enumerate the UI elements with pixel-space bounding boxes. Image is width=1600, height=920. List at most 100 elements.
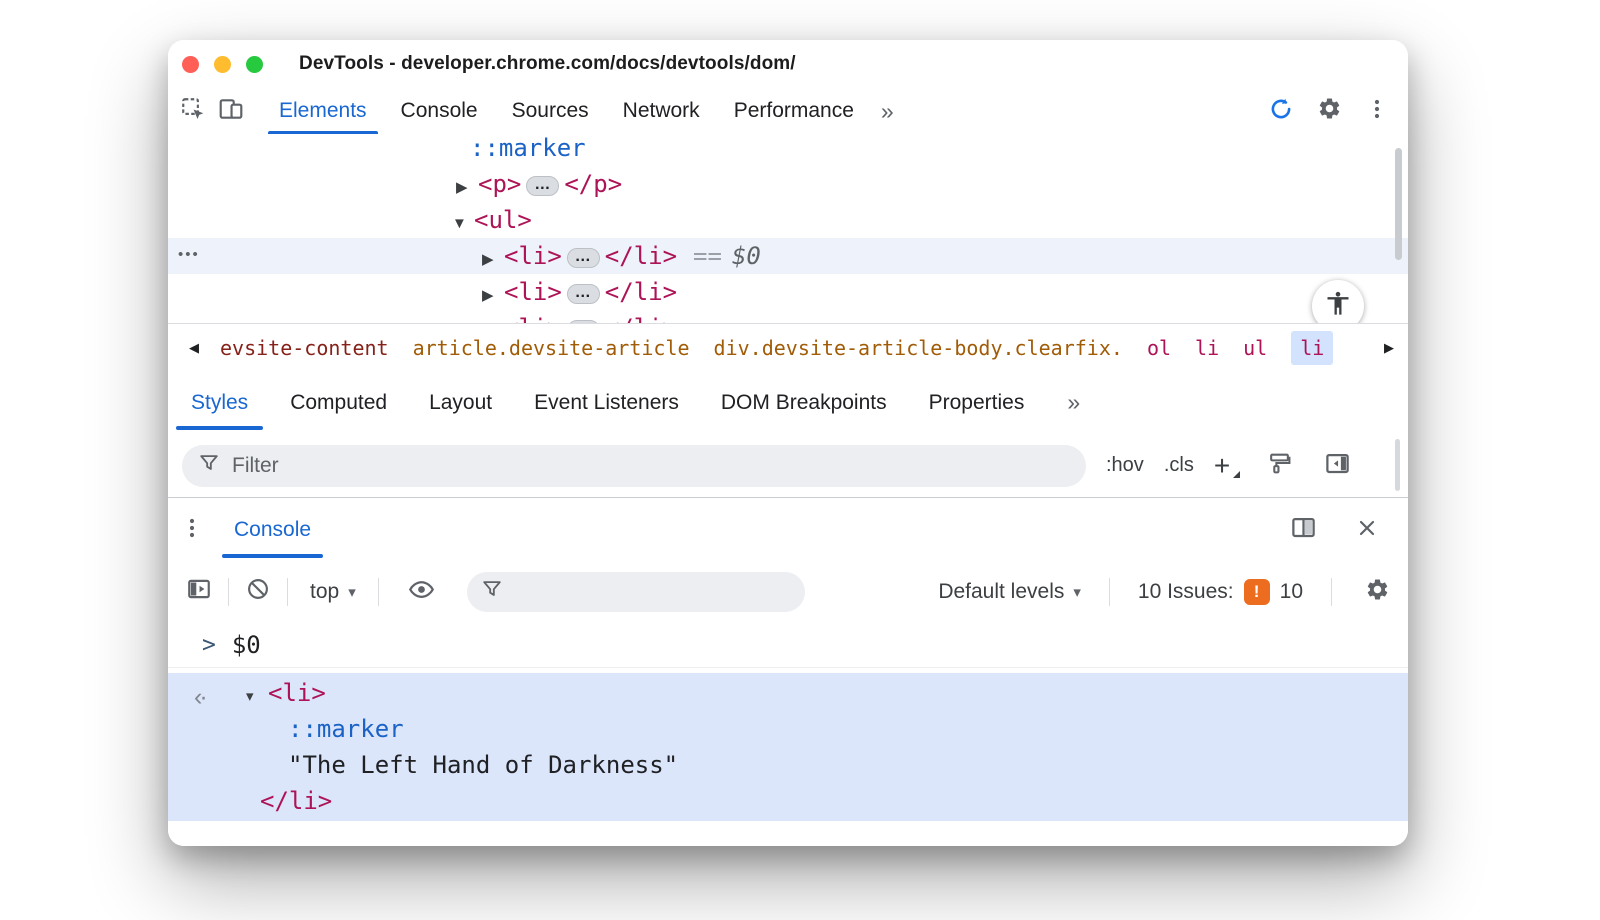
tab-console-drawer[interactable]: Console	[218, 498, 327, 562]
chevron-down-icon: ▾	[1073, 582, 1081, 601]
row-overflow-menu[interactable]: •••	[178, 238, 200, 274]
code-token: "The Left Hand of Darkness"	[288, 751, 679, 779]
tab-styles[interactable]: Styles	[170, 371, 269, 434]
breadcrumb-item[interactable]: evsite-content	[220, 336, 389, 360]
console-result-line: ::marker	[168, 711, 1408, 747]
disclosure-triangle[interactable]: ▶	[456, 170, 478, 206]
dom-tree-row[interactable]: ▼ <ul>	[168, 202, 1408, 238]
styles-tab-strip-inner: Styles Computed Layout Event Listeners DOM B…	[170, 371, 1045, 434]
hidden-children-ellipsis[interactable]: …	[526, 176, 560, 196]
breadcrumb-item[interactable]: div.devsite-article-body.clearfix.	[714, 336, 1123, 360]
more-panels-button[interactable]: »	[871, 88, 904, 134]
disclosure-triangle[interactable]: ▶	[482, 278, 504, 314]
issues-counter[interactable]: 10 Issues: ! 10	[1138, 578, 1303, 605]
tab-elements[interactable]: Elements	[262, 88, 384, 134]
console-filter-input[interactable]	[466, 571, 805, 612]
filter-funnel-icon	[198, 452, 220, 480]
tab-properties[interactable]: Properties	[908, 371, 1046, 434]
levels-label: Default levels	[938, 579, 1065, 603]
live-expression-button[interactable]	[405, 576, 439, 608]
disclosure-triangle[interactable]: ▶	[482, 314, 504, 323]
dom-tree-row[interactable]: ▶<li>…</li>	[168, 310, 1408, 323]
eye-icon	[408, 576, 435, 608]
hidden-children-ellipsis[interactable]: …	[566, 284, 600, 304]
tab-layout[interactable]: Layout	[408, 371, 513, 434]
breadcrumb-item[interactable]: li	[1291, 331, 1334, 365]
minimize-window-button[interactable]	[214, 55, 231, 73]
code-token: </p>	[564, 170, 623, 198]
breadcrumb-item[interactable]: article.devsite-article	[413, 336, 690, 360]
returned-value-icon: ‹·	[194, 683, 208, 711]
window-title: DevTools - developer.chrome.com/docs/dev…	[299, 53, 796, 74]
filter-funnel-icon	[481, 578, 503, 605]
disclosure-triangle[interactable]: ▶	[482, 242, 504, 278]
console-settings-button[interactable]	[1360, 577, 1394, 607]
more-sidebar-tabs-button[interactable]: »	[1059, 371, 1088, 434]
code-token: </li>	[604, 278, 678, 306]
console-sidebar-button[interactable]	[182, 576, 216, 607]
split-panel-button[interactable]	[1284, 514, 1322, 546]
devtools-settings-button[interactable]	[1310, 96, 1348, 126]
toggle-sidebar-button[interactable]	[1318, 450, 1356, 482]
code-token: <p>	[478, 170, 522, 198]
window-titlebar[interactable]: DevTools - developer.chrome.com/docs/dev…	[168, 40, 1408, 88]
styles-filter-placeholder: Filter	[232, 453, 279, 477]
close-icon	[1355, 516, 1379, 545]
tab-event-listeners[interactable]: Event Listeners	[513, 371, 700, 434]
code-token: ==	[693, 242, 722, 270]
console-toolbar: top ▾ Default levels ▾ 10 Issues: ! 10	[168, 561, 1408, 623]
code-token: ::marker	[288, 715, 404, 743]
format-paint-button[interactable]	[1260, 451, 1298, 481]
disclosure-triangle[interactable]: ▾	[246, 679, 268, 715]
console-result-block[interactable]: ‹· ▾ <li>::marker "The Left Hand of Darkne…	[168, 673, 1408, 821]
tab-network[interactable]: Network	[606, 88, 717, 134]
styles-scrollbar[interactable]	[1395, 439, 1400, 491]
kebab-menu-icon	[180, 516, 204, 545]
code-token: <li>	[504, 242, 562, 270]
breadcrumb-item[interactable]: ol	[1147, 336, 1171, 360]
zoom-window-button[interactable]	[246, 55, 263, 73]
accessibility-button[interactable]	[1312, 280, 1364, 323]
console-prompt-chevron: >	[202, 631, 216, 658]
code-token: <li>	[504, 278, 562, 306]
close-window-button[interactable]	[182, 55, 199, 73]
tab-dom-breakpoints[interactable]: DOM Breakpoints	[700, 371, 908, 434]
dom-tree-row[interactable]: ▶<li>…</li>	[168, 274, 1408, 310]
device-toolbar-button[interactable]	[212, 88, 250, 134]
elements-scrollbar[interactable]	[1395, 148, 1402, 260]
code-token: </li>	[604, 242, 678, 270]
inspect-element-button[interactable]	[174, 88, 212, 134]
tab-sources[interactable]: Sources	[495, 88, 606, 134]
hidden-children-ellipsis[interactable]: …	[566, 248, 600, 268]
breadcrumb-list: evsite-content article.devsite-article div…	[220, 331, 1370, 365]
log-levels-selector[interactable]: Default levels ▾	[938, 580, 1081, 604]
devtools-menu-button[interactable]	[1358, 97, 1396, 126]
tab-console[interactable]: Console	[384, 88, 495, 134]
breadcrumb-forward-button[interactable]: ▶	[1370, 324, 1408, 372]
dom-tree-row[interactable]: ▶ <p>… </p>	[168, 166, 1408, 202]
inspect-cursor-icon	[180, 96, 206, 127]
dom-tree-row[interactable]: ::marker	[168, 134, 1408, 166]
execution-context-selector[interactable]: top ▾	[300, 580, 366, 604]
clear-console-button[interactable]	[241, 576, 275, 607]
breadcrumb-item[interactable]: li	[1195, 336, 1219, 360]
console-result-line: </li>	[168, 783, 1408, 819]
styles-filter-input[interactable]: Filter	[182, 444, 1086, 487]
dom-tree-row[interactable]: ••• ▶ <li>… </li> == $0	[168, 238, 1408, 274]
console-echo-row[interactable]: > $0	[168, 622, 1408, 668]
elements-panel: ::marker ▶ <p>… </p> ▼ <ul> ••• ▶ <li>… </li> == $0…	[168, 134, 1408, 323]
console-messages: > $0 ‹· ▾ <li>::marker "The Left Hand of D…	[168, 622, 1408, 846]
console-drawer-header: Console	[168, 497, 1408, 563]
sync-status-button[interactable]	[1262, 96, 1300, 127]
toggle-pseudo-state-button[interactable]: :hov	[1106, 454, 1144, 477]
tab-computed[interactable]: Computed	[269, 371, 408, 434]
tab-performance[interactable]: Performance	[717, 88, 871, 134]
breadcrumb-back-button[interactable]: ◀	[168, 324, 220, 372]
toggle-classes-button[interactable]: .cls	[1164, 454, 1194, 477]
disclosure-triangle[interactable]: ▼	[452, 206, 474, 242]
new-style-rule-button[interactable]: +	[1214, 451, 1241, 480]
chevron-more-icon: »	[1067, 389, 1081, 415]
close-drawer-button[interactable]	[1348, 516, 1386, 545]
breadcrumb-item[interactable]: ul	[1243, 336, 1267, 360]
drawer-menu-button[interactable]	[168, 498, 216, 562]
